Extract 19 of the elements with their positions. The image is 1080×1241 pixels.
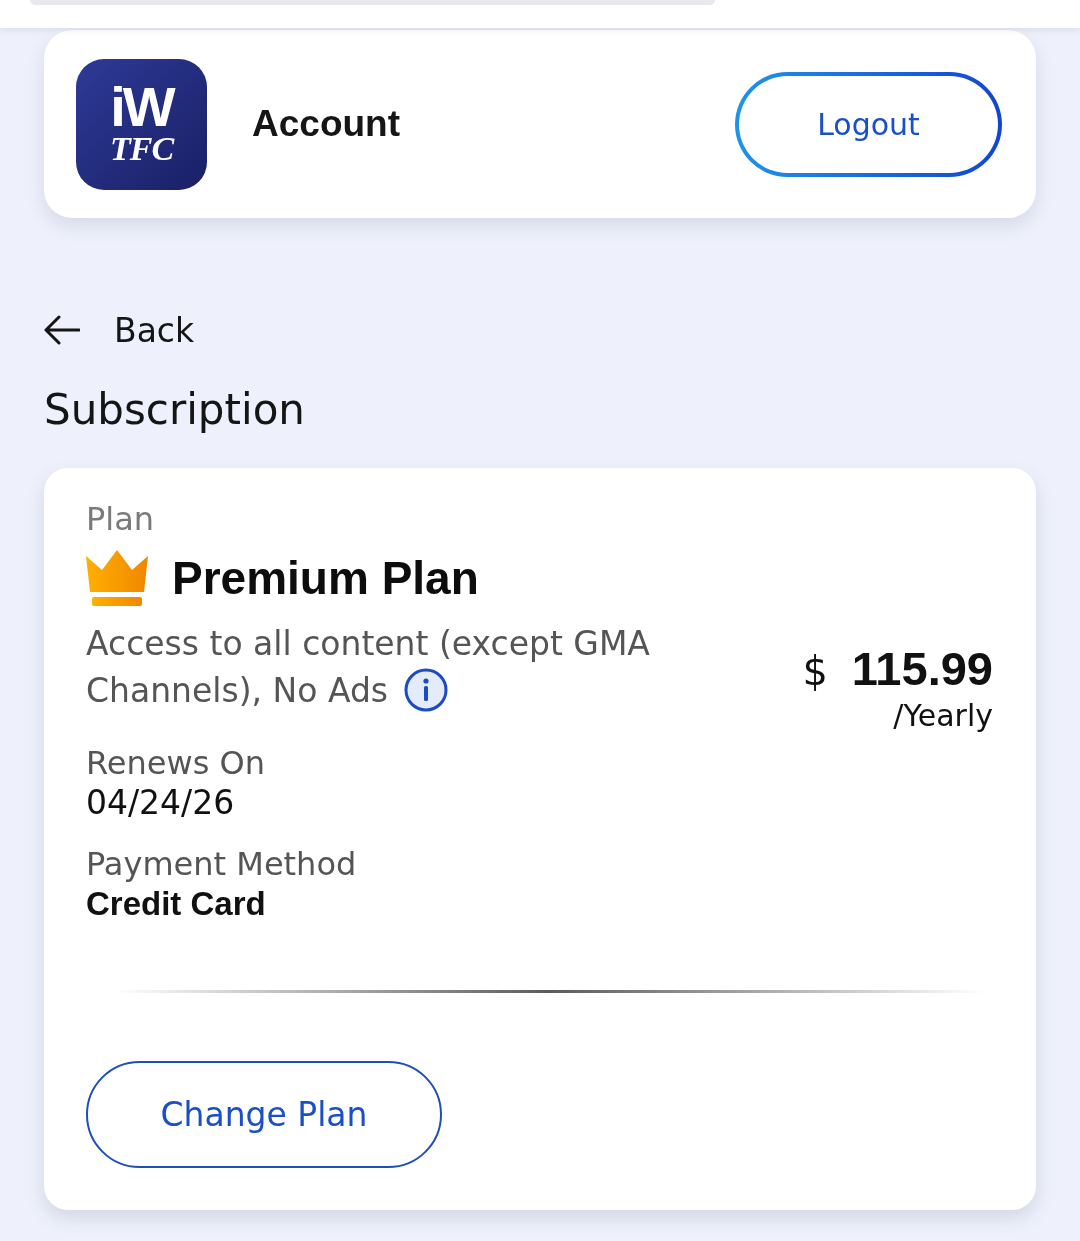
detail-label: Payment Method <box>86 843 358 884</box>
detail-label: Renews On <box>86 742 266 783</box>
detail-value: Credit Card <box>86 883 267 924</box>
detail-value: 04/24/26 <box>86 782 236 823</box>
billing-period: /Yearly <box>893 697 993 733</box>
plan-name: Premium Plan <box>172 551 479 605</box>
back-link[interactable]: Back <box>44 310 195 350</box>
header-title: Account <box>252 103 400 145</box>
page-title: Subscription <box>44 384 306 436</box>
logo-mark: iW <box>110 82 173 132</box>
plan-label: Plan <box>86 499 156 540</box>
back-arrow-icon <box>44 315 80 345</box>
price-amount: 115.99 <box>851 640 993 696</box>
logo-text: TFC <box>109 132 174 166</box>
currency-symbol: $ <box>802 647 828 694</box>
info-icon[interactable] <box>404 667 449 712</box>
plan-description: Access to all content (except GMA Channels), No Ads <box>86 623 651 714</box>
change-plan-button[interactable]: Change Plan <box>86 1060 442 1168</box>
crown-icon <box>86 550 148 606</box>
